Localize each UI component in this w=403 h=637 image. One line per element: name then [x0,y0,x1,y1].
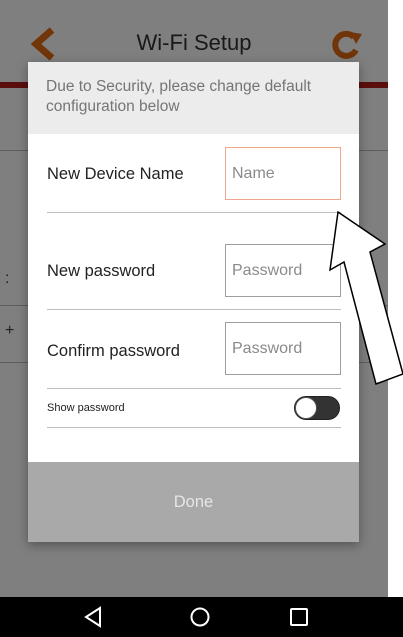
done-button[interactable]: Done [28,462,359,542]
show-password-label: Show password [47,402,125,414]
system-nav-bar [0,597,403,637]
arrow-up-left-icon [329,210,403,385]
nav-home-icon[interactable] [187,605,213,629]
divider [47,309,341,310]
new-password-label: New password [47,262,156,280]
nav-back-icon[interactable] [81,605,107,629]
divider [47,212,341,213]
dialog-message: Due to Security, please change default c… [28,62,359,134]
device-name-label: New Device Name [47,165,184,183]
device-name-input[interactable] [225,147,341,200]
confirm-password-label: Confirm password [47,342,180,360]
nav-recents-icon[interactable] [286,605,312,629]
divider [47,427,341,428]
divider [47,388,341,389]
